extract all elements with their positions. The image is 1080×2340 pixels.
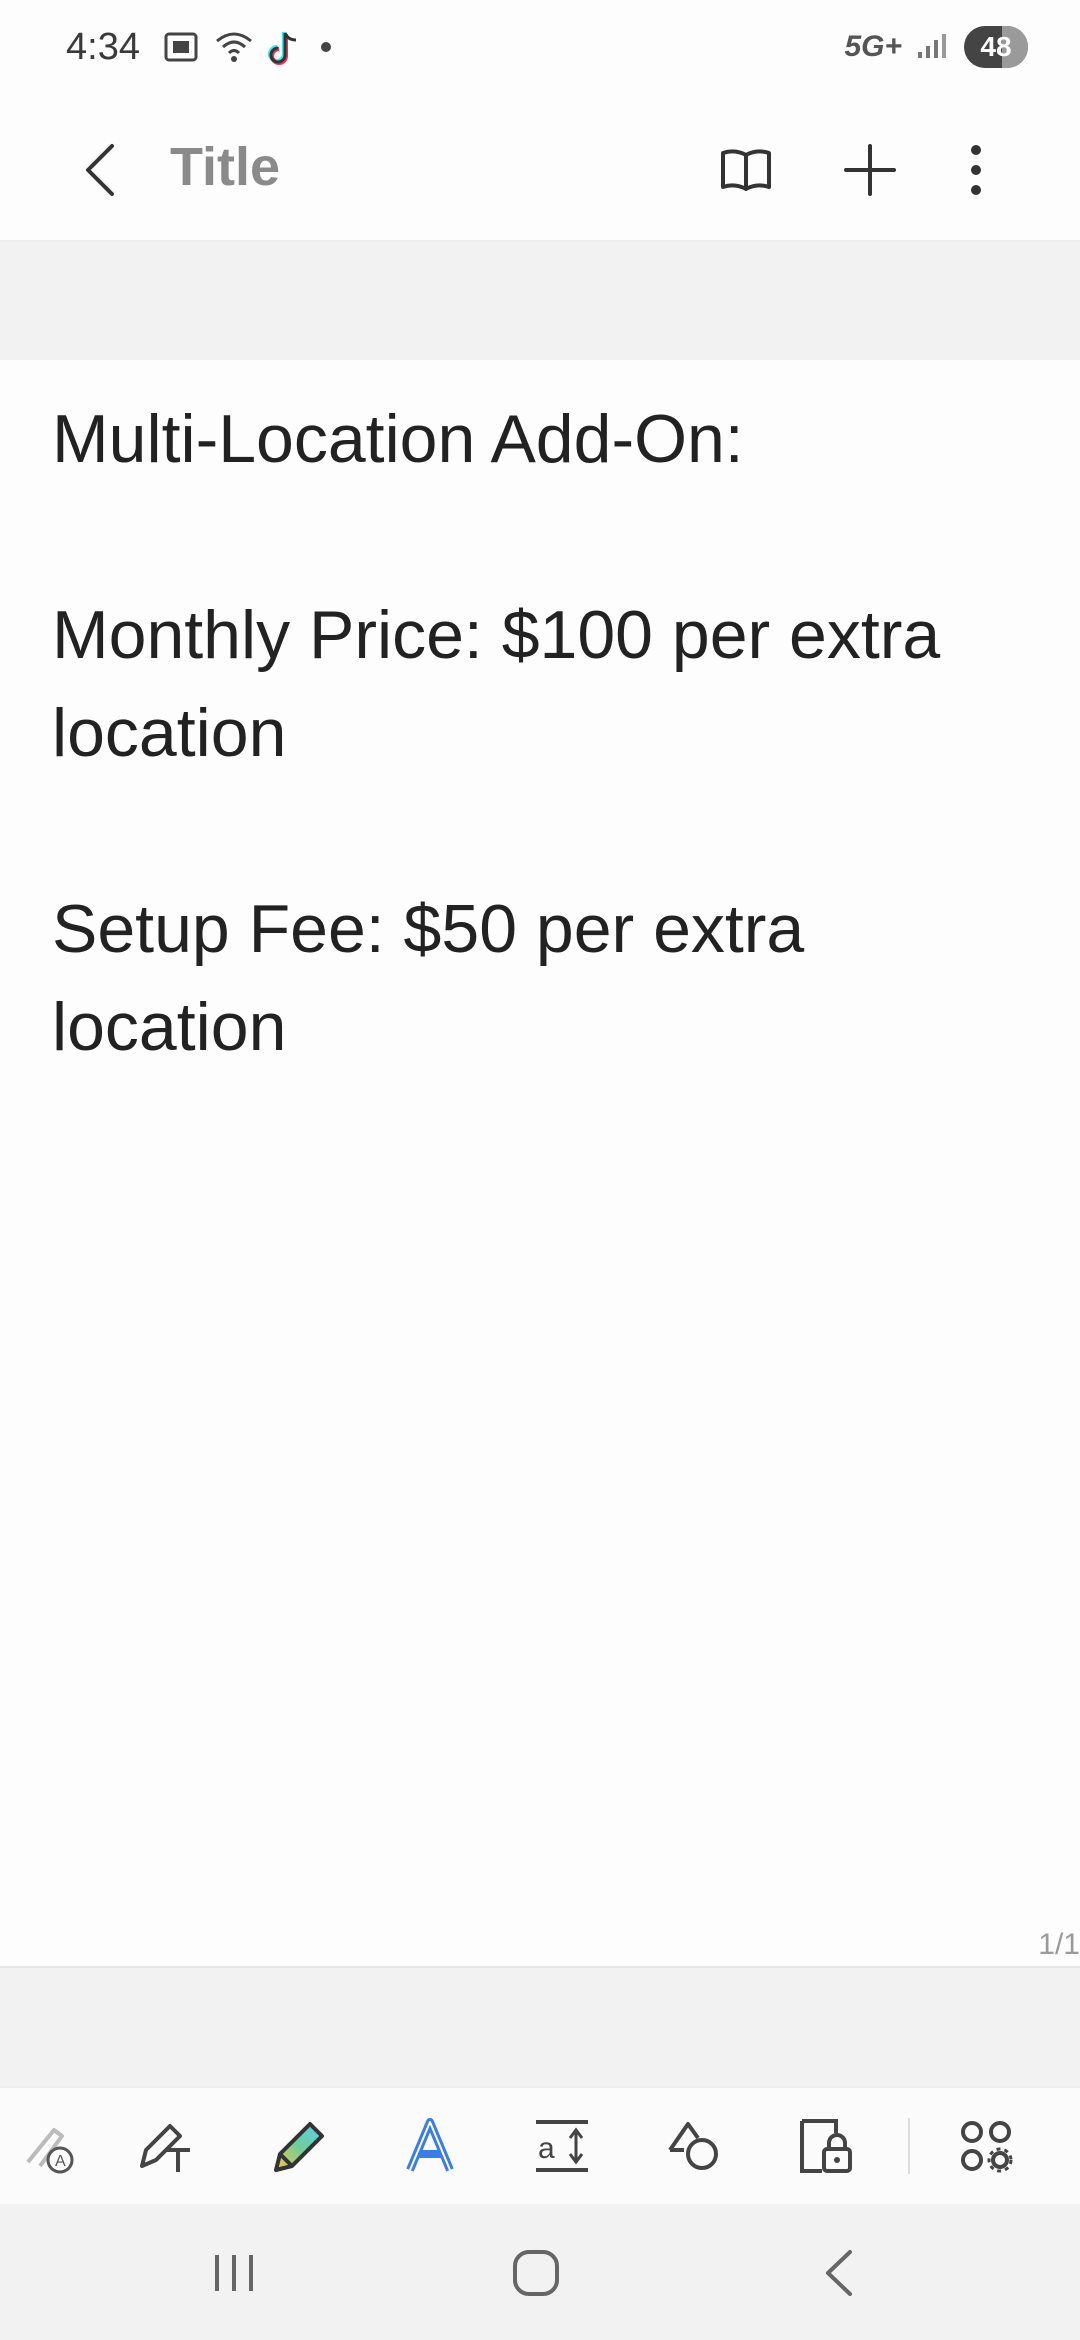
recents-icon	[215, 2255, 253, 2291]
add-button[interactable]	[830, 130, 910, 210]
battery-level: 48	[980, 31, 1012, 62]
app-bar: Title	[0, 100, 1080, 242]
header-band	[0, 242, 1080, 360]
back-button[interactable]	[70, 130, 130, 210]
note-title[interactable]: Title	[170, 136, 280, 198]
status-right: 5G+ 48	[844, 26, 1028, 68]
home-icon	[513, 2250, 559, 2296]
text-pen-button[interactable]	[130, 2110, 202, 2182]
back-nav-icon	[826, 2250, 852, 2296]
shapes-icon	[668, 2122, 718, 2170]
more-options-button[interactable]	[936, 130, 1016, 210]
text-style-icon	[406, 2118, 454, 2172]
wifi-icon	[214, 29, 254, 70]
network-type: 5G+	[844, 30, 902, 63]
add-icon	[844, 144, 896, 196]
more-icon	[971, 145, 981, 195]
more-tools-icon	[961, 2121, 1013, 2173]
book-icon	[721, 149, 771, 191]
footer-band	[0, 1966, 1080, 2088]
status-left-icons	[162, 28, 336, 71]
back-icon	[86, 144, 114, 196]
battery-indicator: 48	[964, 26, 1028, 68]
shapes-button[interactable]	[658, 2110, 730, 2182]
note-line: Monthly Price: $100 per extra location	[52, 597, 941, 771]
lock-button[interactable]	[790, 2110, 862, 2182]
text-size-icon: a	[536, 2120, 588, 2172]
text-style-button[interactable]	[394, 2110, 466, 2182]
reading-mode-button[interactable]	[706, 130, 786, 210]
navigation-bar	[0, 2204, 1080, 2340]
toolbar-divider	[908, 2118, 910, 2174]
home-button[interactable]	[496, 2238, 576, 2308]
dot-icon	[316, 37, 336, 62]
svg-text:a: a	[538, 2132, 555, 2165]
status-bar: 4:34 5G+ 48	[0, 0, 1080, 100]
lock-icon	[800, 2119, 852, 2173]
note-line: Setup Fee: $50 per extra location	[52, 891, 805, 1065]
note-body[interactable]: Multi-Location Add-On: Monthly Price: $1…	[0, 360, 1080, 1966]
highlighter-pen-icon	[274, 2122, 324, 2172]
handwriting-to-text-icon: A	[26, 2128, 74, 2174]
note-line: Multi-Location Add-On:	[52, 401, 744, 477]
note-text[interactable]: Multi-Location Add-On: Monthly Price: $1…	[52, 390, 1032, 1076]
signal-icon	[916, 30, 950, 65]
text-size-button[interactable]: a	[526, 2110, 598, 2182]
tiktok-icon	[268, 28, 302, 71]
svg-text:A: A	[55, 2153, 66, 2170]
page-indicator: 1/1	[1038, 1928, 1080, 1961]
editing-toolbar: A a	[0, 2086, 1080, 2204]
text-pen-icon	[140, 2124, 190, 2172]
more-tools-button[interactable]	[950, 2110, 1022, 2182]
highlighter-pen-button[interactable]	[262, 2110, 334, 2182]
recents-button[interactable]	[194, 2238, 274, 2308]
handwriting-to-text-button[interactable]: A	[14, 2110, 86, 2182]
status-time: 4:34	[66, 26, 140, 68]
screenshot-icon	[162, 28, 200, 71]
back-nav-button[interactable]	[798, 2238, 878, 2308]
